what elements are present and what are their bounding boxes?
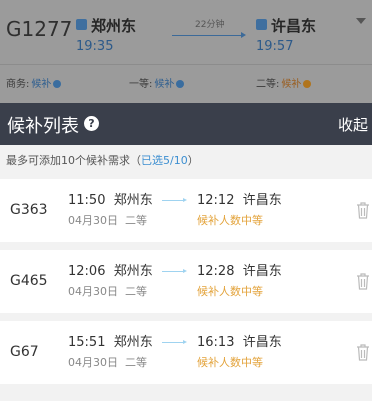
- plus-icon: [53, 80, 62, 88]
- seat-business: 商务: 候补: [6, 75, 62, 90]
- bg-from-station: 郑州东: [76, 15, 136, 36]
- waitlist-header: 候补列表 ? 收起: [0, 103, 372, 145]
- arrive-info: 12:28 许昌东: [197, 264, 282, 279]
- date-seat: 04月30日 二等: [68, 285, 147, 298]
- list-item[interactable]: G465 12:06 郑州东 12:28 许昌东 04月30日 二等 候补人数中…: [0, 250, 372, 313]
- train-number: G465: [10, 273, 48, 289]
- train-number: G363: [10, 202, 48, 218]
- minus-icon: [303, 80, 312, 88]
- list-item[interactable]: G67 15:51 郑州东 16:13 许昌东 04月30日 二等 候补人数中等: [0, 321, 372, 384]
- bg-duration: 22分钟: [195, 20, 225, 30]
- seat-first-class: 一等: 候补: [129, 75, 185, 90]
- arrow-icon: [162, 340, 187, 344]
- help-icon[interactable]: ?: [84, 116, 99, 131]
- trash-icon[interactable]: [356, 201, 370, 219]
- trash-icon[interactable]: [356, 343, 370, 361]
- arrive-info: 12:12 许昌东: [197, 193, 282, 208]
- depart-info: 15:51 郑州东: [68, 335, 153, 350]
- divider: [0, 64, 372, 65]
- waitlist-hint: 最多可添加10个候补需求（已选5/10）: [6, 154, 199, 167]
- arrive-info: 16:13 许昌东: [197, 335, 282, 350]
- list-item[interactable]: G363 11:50 郑州东 12:12 许昌东 04月30日 二等 候补人数中…: [0, 179, 372, 242]
- date-seat: 04月30日 二等: [68, 356, 147, 369]
- depart-info: 11:50 郑州东: [68, 193, 153, 208]
- bg-arrow-icon: [172, 32, 246, 38]
- station-tag-icon: [256, 19, 267, 30]
- waitlist-status: 候补人数中等: [197, 356, 263, 369]
- trash-icon[interactable]: [356, 272, 370, 290]
- waitlist-status: 候补人数中等: [197, 285, 263, 298]
- bg-train-number: G1277: [6, 17, 73, 41]
- waitlist-status: 候补人数中等: [197, 214, 263, 227]
- chevron-down-icon: [356, 18, 366, 24]
- bg-arrive-time: 19:57: [256, 39, 294, 54]
- depart-info: 12:06 郑州东: [68, 264, 153, 279]
- plus-icon: [176, 80, 185, 88]
- arrow-icon: [162, 269, 187, 273]
- selected-count: 已选5/10: [141, 154, 188, 167]
- date-seat: 04月30日 二等: [68, 214, 147, 227]
- seat-second-class: 二等: 候补: [256, 75, 312, 90]
- page-title: 候补列表: [7, 116, 79, 137]
- arrow-icon: [162, 198, 187, 202]
- station-tag-icon: [76, 19, 87, 30]
- train-number: G67: [10, 344, 39, 360]
- bg-depart-time: 19:35: [76, 39, 114, 54]
- collapse-button[interactable]: 收起: [338, 114, 368, 135]
- bg-to-station: 许昌东: [256, 15, 316, 36]
- background-train-card: G1277 郑州东 19:35 22分钟 许昌东 19:57 商务: 候补 一等:…: [0, 0, 372, 103]
